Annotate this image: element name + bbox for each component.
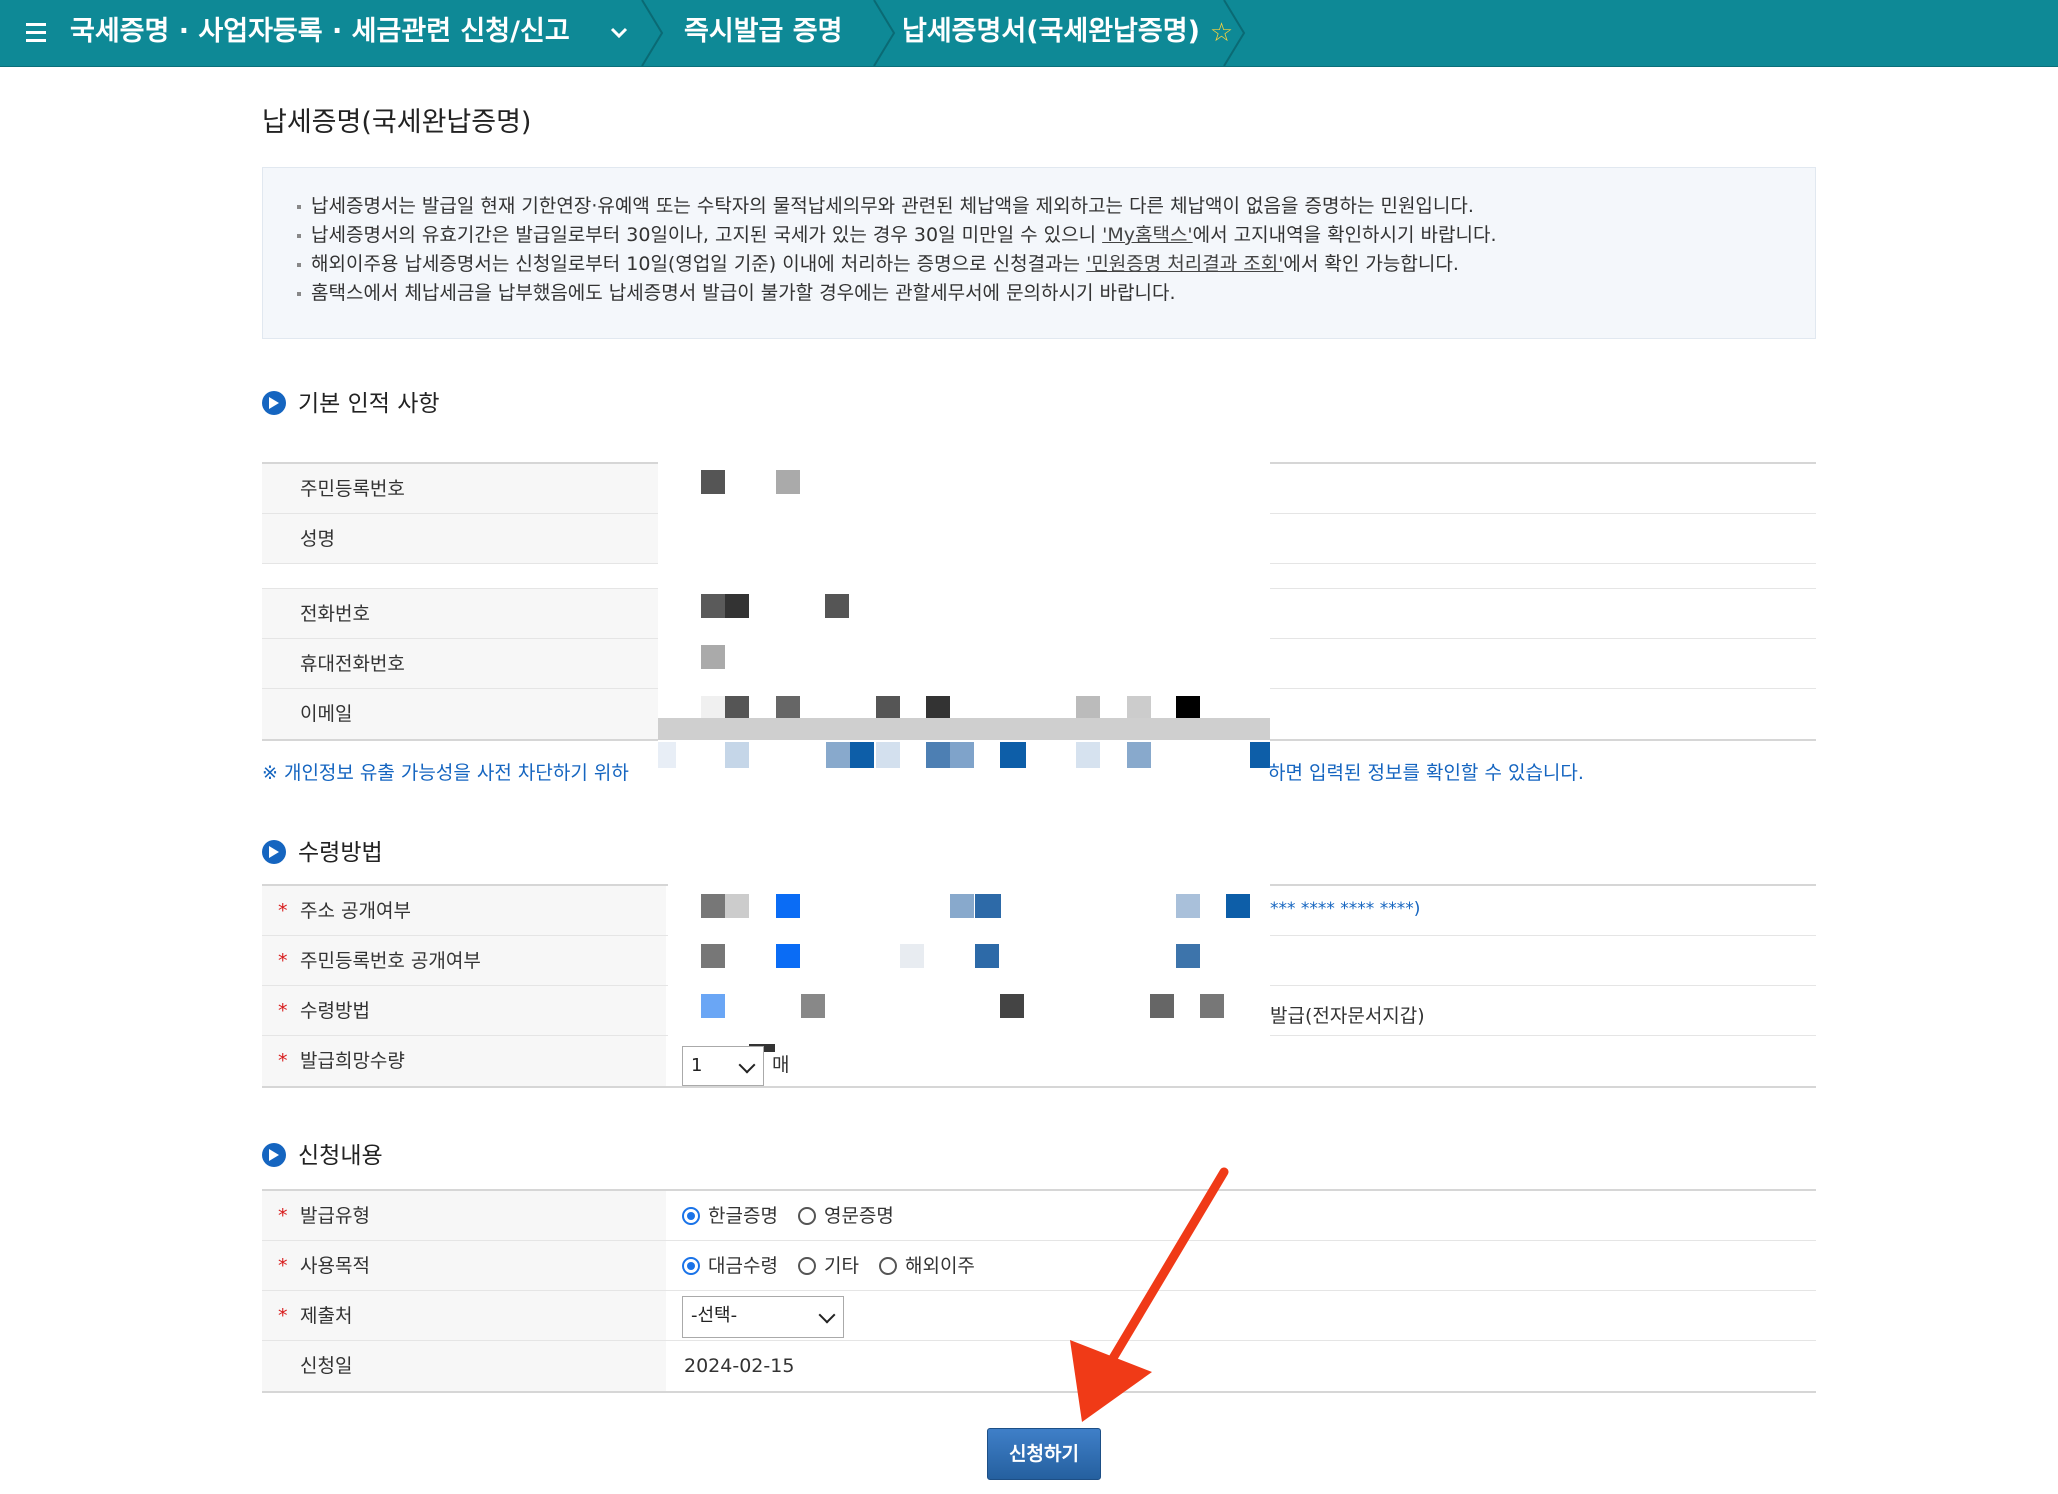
field-label: * 제출처 (262, 1291, 666, 1340)
arrow-circle-icon (262, 840, 286, 864)
field-label-text: 발급유형 (300, 1205, 370, 1227)
field-label: * 발급희망수량 (262, 1036, 666, 1086)
section-header-application: 신청내용 (262, 1136, 383, 1170)
required-mark: * (278, 1305, 288, 1327)
chevron-down-icon (738, 1056, 756, 1074)
info-line: 납세증명서는 발급일 현재 기한연장·유예액 또는 수탁자의 물적납세의무와 관… (297, 192, 1781, 221)
section-header-basic-info: 기본 인적 사항 (262, 384, 440, 418)
menu-icon[interactable] (26, 23, 46, 43)
masked-address: *** **** **** ****) (1270, 899, 1421, 919)
info-line: 해외이주용 납세증명서는 신청일로부터 10일(영업일 기준) 이내에 처리하는… (297, 250, 1781, 279)
page-title: 납세증명(국세완납증명) (262, 107, 532, 138)
field-label: 전화번호 (262, 589, 666, 638)
quantity-value: 1 (691, 1055, 703, 1076)
breadcrumb-current-label: 납세증명서(국세완납증명) (902, 16, 1200, 47)
application-table: * 발급유형 한글증명 영문증명 * 사용목적 대금수령 기타 해외이주 * 제출처 … (262, 1189, 1816, 1393)
field-label: * 수령방법 (262, 986, 666, 1035)
receive-type-value: 발급(전자문서지갑) (1270, 1005, 1425, 1027)
field-label: 휴대전화번호 (262, 639, 666, 688)
field-label: 이메일 (262, 689, 666, 739)
required-mark: * (278, 1000, 288, 1022)
civil-result-link[interactable]: '민원증명 처리결과 조회' (1086, 253, 1283, 275)
quantity-select[interactable]: 1 (682, 1046, 764, 1086)
breadcrumb-separator-icon (873, 0, 896, 66)
chevron-down-icon (818, 1306, 836, 1324)
section-header-receive-method: 수령방법 (262, 833, 383, 867)
purpose-options: 대금수령 기타 해외이주 (682, 1241, 989, 1290)
table-row: * 사용목적 대금수령 기타 해외이주 (262, 1241, 1816, 1291)
privacy-blur-bar (658, 718, 1270, 740)
radio-label: 영문증명 (823, 1205, 894, 1227)
privacy-notice-end: 하면 입력된 정보를 확인할 수 있습니다. (1268, 762, 1584, 784)
field-label-text: 주민등록번호 공개여부 (300, 950, 481, 972)
radio-label: 한글증명 (708, 1205, 778, 1227)
info-text: 납세증명서의 유효기간은 발급일로부터 30일이나, 고지된 국세가 있는 경우… (311, 224, 1103, 246)
info-line: 납세증명서의 유효기간은 발급일로부터 30일이나, 고지된 국세가 있는 경우… (297, 221, 1781, 250)
arrow-circle-icon (262, 1143, 286, 1167)
required-mark: * (278, 950, 288, 972)
field-label-text: 제출처 (300, 1305, 353, 1327)
radio-emigration[interactable] (878, 1257, 897, 1275)
top-navigation-bar: 국세증명 · 사업자등록 · 세금관련 신청/신고 즉시발급 증명 납세증명서(… (0, 0, 2058, 67)
field-label: 주민등록번호 (262, 464, 666, 513)
radio-other[interactable] (797, 1257, 816, 1275)
required-mark: * (278, 1050, 288, 1072)
radio-payment[interactable] (682, 1257, 700, 1275)
radio-english[interactable] (797, 1207, 816, 1225)
breadcrumb-separator-icon (641, 0, 664, 66)
required-mark: * (278, 1255, 288, 1277)
field-label: 성명 (262, 514, 666, 563)
submit-to-value: -선택- (691, 1305, 738, 1326)
arrow-circle-icon (262, 391, 286, 415)
breadcrumb-separator-icon (1223, 0, 1246, 66)
required-mark: * (278, 1205, 288, 1227)
field-label-text: 발급희망수량 (300, 1050, 405, 1072)
apply-date: 2024-02-15 (684, 1355, 795, 1377)
chevron-down-icon[interactable] (608, 22, 630, 44)
radio-korean[interactable] (682, 1207, 700, 1225)
info-box: 납세증명서는 발급일 현재 기한연장·유예액 또는 수탁자의 물적납세의무와 관… (262, 167, 1816, 339)
quantity-unit: 매 (772, 1054, 790, 1076)
info-text: 에서 확인 가능합니다. (1283, 253, 1459, 275)
radio-label: 기타 (823, 1255, 859, 1277)
field-label: * 사용목적 (262, 1241, 666, 1290)
table-row: 신청일 2024-02-15 (262, 1341, 1816, 1391)
field-label: * 발급유형 (262, 1191, 666, 1240)
section-title: 수령방법 (298, 840, 383, 866)
apply-button[interactable]: 신청하기 (987, 1428, 1101, 1480)
issue-type-options: 한글증명 영문증명 (682, 1191, 908, 1240)
field-label: 신청일 (262, 1341, 666, 1391)
breadcrumb-subcategory[interactable]: 즉시발급 증명 (684, 0, 842, 66)
info-line: 홈택스에서 체납세금을 납부했음에도 납세증명서 발급이 불가할 경우에는 관할… (297, 279, 1781, 308)
table-row: * 제출처 (262, 1291, 1816, 1341)
required-mark: * (278, 900, 288, 922)
section-title: 신청내용 (298, 1143, 383, 1169)
radio-label: 해외이주 (904, 1255, 975, 1277)
field-label-text: 주소 공개여부 (300, 900, 411, 922)
field-label-text: 수령방법 (300, 1000, 370, 1022)
privacy-notice: ※ 개인정보 유출 가능성을 사전 차단하기 위하 (262, 762, 629, 784)
field-label: * 주소 공개여부 (262, 886, 666, 935)
field-label: * 주민등록번호 공개여부 (262, 936, 666, 985)
red-arrow-icon (1070, 1167, 1229, 1422)
submit-to-select[interactable]: -선택- (682, 1296, 844, 1338)
breadcrumb-category[interactable]: 국세증명 · 사업자등록 · 세금관련 신청/신고 (70, 0, 570, 66)
radio-label: 대금수령 (708, 1255, 778, 1277)
field-label-text: 사용목적 (300, 1255, 370, 1277)
table-row: * 발급유형 한글증명 영문증명 (262, 1191, 1816, 1241)
section-title: 기본 인적 사항 (298, 391, 440, 417)
breadcrumb-current: 납세증명서(국세완납증명) ☆ (902, 0, 1233, 66)
info-text: 에서 고지내역을 확인하시기 바랍니다. (1192, 224, 1497, 246)
info-text: 해외이주용 납세증명서는 신청일로부터 10일(영업일 기준) 이내에 처리하는… (311, 253, 1087, 275)
my-hometax-link[interactable]: 'My홈택스' (1102, 224, 1193, 246)
